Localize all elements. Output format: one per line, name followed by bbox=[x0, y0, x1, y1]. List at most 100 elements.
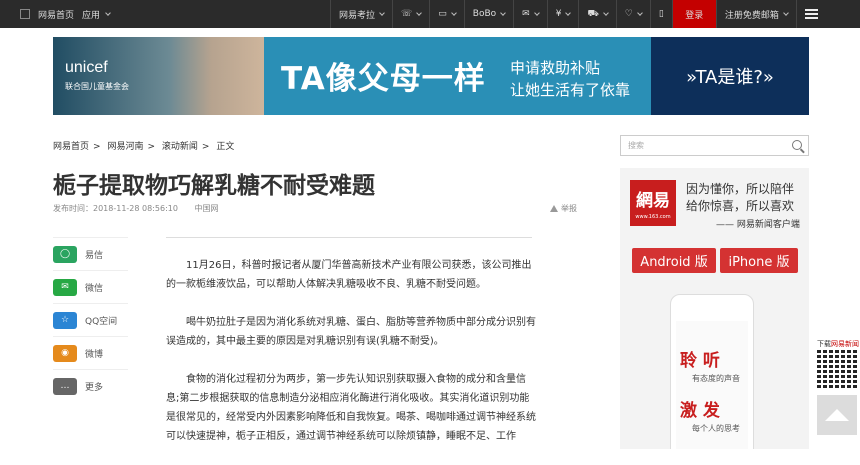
bobo-label: BoBo bbox=[472, 9, 497, 19]
qr-label-brand: 网易新闻 bbox=[831, 340, 859, 348]
article-source[interactable]: 中国网 bbox=[195, 204, 219, 213]
top-navbar: 网易首页 应用 网易考拉 ☏ ▭ BoBo ✉ ¥ ⛟ ♡ ▯ 登录 注册免费邮… bbox=[0, 0, 860, 28]
book-icon: ▭ bbox=[438, 9, 447, 19]
iphone-download-button[interactable]: iPhone 版 bbox=[720, 248, 798, 273]
phone-text-4: 每个人的思考 bbox=[692, 424, 740, 433]
article-paragraph: 11月26日，科普时报记者从厦门华普高新技术产业有限公司获悉，该公司推出的一款栀… bbox=[166, 260, 532, 290]
crumb-henan[interactable]: 网易河南 bbox=[107, 142, 143, 152]
warning-icon bbox=[550, 205, 558, 212]
share-label: 更多 bbox=[85, 382, 104, 393]
chevron-down-icon bbox=[782, 10, 789, 16]
mail-icon: ✉ bbox=[522, 9, 530, 19]
android-download-button[interactable]: Android 版 bbox=[632, 248, 716, 273]
chevron-down-icon bbox=[105, 10, 111, 16]
share-yixin[interactable]: ◯ 易信 bbox=[53, 237, 128, 270]
search-icon[interactable] bbox=[792, 140, 802, 150]
hamburger-icon bbox=[804, 9, 818, 19]
yen-icon: ¥ bbox=[555, 9, 562, 19]
login-button[interactable]: 登录 bbox=[671, 0, 716, 28]
crumb-sep: > bbox=[201, 142, 210, 152]
breadcrumb: 网易首页 > 网易河南 > 滚动新闻 > 正文 bbox=[53, 139, 238, 152]
netease-app-logo: 網易 www.163.com bbox=[630, 180, 676, 226]
news-app-ad[interactable]: 網易 www.163.com 因为懂你，所以陪伴 给你惊喜，所以喜欢 —— 网易… bbox=[620, 168, 809, 449]
chevron-down-icon bbox=[500, 10, 507, 16]
share-label: 易信 bbox=[85, 250, 104, 261]
share-more[interactable]: … 更多 bbox=[53, 369, 128, 402]
phone-text-2: 有态度的声音 bbox=[692, 374, 740, 383]
favorites-menu[interactable]: ♡ bbox=[615, 0, 650, 28]
crumb-sep: > bbox=[147, 142, 155, 152]
phone-icon: ☏ bbox=[401, 9, 413, 19]
article-paragraph: 喝牛奶拉肚子是因为消化系统对乳糖、蛋白、脂肪等营养物质中部分成分识别有误造成的，… bbox=[166, 317, 536, 347]
exam-link[interactable]: 网易考拉 bbox=[330, 0, 392, 28]
chevron-down-icon bbox=[533, 10, 540, 16]
banner-subline-1: 申请救助补贴 bbox=[510, 59, 601, 77]
search-placeholder: 搜索 bbox=[628, 141, 644, 150]
crumb-sep: > bbox=[93, 142, 101, 152]
yixin-icon: ◯ bbox=[53, 245, 77, 263]
reader-menu[interactable]: ▭ bbox=[429, 0, 464, 28]
crumb-home[interactable]: 网易首页 bbox=[53, 142, 89, 152]
phone-text-1: 聆 听 bbox=[680, 351, 720, 371]
mobile-app-link[interactable]: ▯ bbox=[649, 0, 672, 28]
content-divider bbox=[166, 237, 532, 238]
share-label: 微信 bbox=[85, 283, 104, 294]
apps-label: 应用 bbox=[82, 10, 101, 21]
share-qzone[interactable]: ☆ QQ空间 bbox=[53, 303, 128, 336]
wechat-icon: ✉ bbox=[53, 278, 77, 296]
register-mail-menu[interactable]: 注册免费邮箱 bbox=[715, 0, 796, 28]
banner-headline: TA像父母一样 bbox=[281, 61, 486, 97]
article-body: 11月26日，科普时报记者从厦门华普高新技术产业有限公司获悉，该公司推出的一款栀… bbox=[166, 256, 536, 465]
back-to-top-button[interactable] bbox=[817, 395, 857, 435]
ad-slogan-3: —— 网易新闻客户端 bbox=[716, 220, 800, 230]
cart-icon: ⛟ bbox=[587, 8, 599, 19]
heart-icon: ♡ bbox=[624, 9, 633, 19]
qzone-icon: ☆ bbox=[53, 311, 77, 329]
chevron-down-icon bbox=[379, 10, 385, 16]
publish-time: 发布时间：2018-11-28 08:56:10 bbox=[53, 204, 178, 213]
cart-menu[interactable]: ⛟ bbox=[578, 0, 615, 28]
banner-ad[interactable]: unicef 联合国儿童基金会 TA像父母一样 申请救助补贴 让她生活有了依靠 … bbox=[53, 37, 809, 115]
bobo-menu[interactable]: BoBo bbox=[463, 0, 513, 28]
netease-logo-icon[interactable] bbox=[20, 9, 30, 19]
ad-slogan-1: 因为懂你，所以陪伴 bbox=[686, 182, 795, 196]
report-label: 举报 bbox=[561, 204, 577, 213]
chevron-down-icon bbox=[565, 10, 572, 16]
apps-menu[interactable]: 应用 bbox=[82, 8, 111, 21]
share-label: 微博 bbox=[85, 349, 104, 360]
unicef-subtitle: 联合国儿童基金会 bbox=[65, 82, 129, 91]
unicef-logo: unicef bbox=[65, 59, 108, 76]
report-link[interactable]: 举报 bbox=[550, 203, 577, 214]
mail-menu[interactable]: ✉ bbox=[513, 0, 547, 28]
page-title: 栀子提取物巧解乳糖不耐受难题 bbox=[53, 173, 375, 199]
exam-label: 网易考拉 bbox=[339, 10, 376, 21]
ad-slogan-2: 给你惊喜，所以喜欢 bbox=[686, 199, 795, 213]
finance-menu[interactable]: ¥ bbox=[546, 0, 579, 28]
crumb-rolling-news[interactable]: 滚动新闻 bbox=[162, 142, 198, 152]
banner-subline-2: 让她生活有了依靠 bbox=[510, 81, 631, 99]
logo-text: 網易 bbox=[636, 191, 670, 211]
logo-url: www.163.com bbox=[635, 214, 671, 220]
qr-label-prefix: 下载 bbox=[817, 340, 831, 348]
share-panel: ◯ 易信 ✉ 微信 ☆ QQ空间 ◉ 微博 … 更多 bbox=[53, 237, 128, 402]
chevron-down-icon bbox=[637, 10, 643, 16]
qr-code-pattern bbox=[817, 348, 857, 388]
search-input[interactable]: 搜索 bbox=[620, 135, 809, 156]
share-weibo[interactable]: ◉ 微博 bbox=[53, 336, 128, 369]
weibo-icon: ◉ bbox=[53, 344, 77, 362]
phone-text-3: 激 发 bbox=[680, 401, 720, 421]
banner-cta[interactable]: »TA是谁?» bbox=[651, 37, 809, 115]
chevron-down-icon bbox=[602, 10, 609, 16]
share-label: QQ空间 bbox=[85, 316, 118, 327]
home-link[interactable]: 网易首页 bbox=[38, 8, 74, 21]
more-icon: … bbox=[53, 377, 77, 395]
mobile-icon: ▯ bbox=[658, 9, 664, 19]
chevron-down-icon bbox=[416, 10, 423, 16]
phone-menu[interactable]: ☏ bbox=[392, 0, 429, 28]
share-wechat[interactable]: ✉ 微信 bbox=[53, 270, 128, 303]
article-meta: 发布时间：2018-11-28 08:56:10 中国网 bbox=[53, 203, 219, 214]
chevron-down-icon bbox=[450, 10, 457, 16]
register-label: 注册免费邮箱 bbox=[724, 10, 779, 21]
menu-button[interactable] bbox=[795, 0, 826, 28]
article-paragraph: 食物的消化过程初分为两步，第一步先认知识别获取摄入食物的成分和含量信息;第二步根… bbox=[166, 374, 536, 442]
